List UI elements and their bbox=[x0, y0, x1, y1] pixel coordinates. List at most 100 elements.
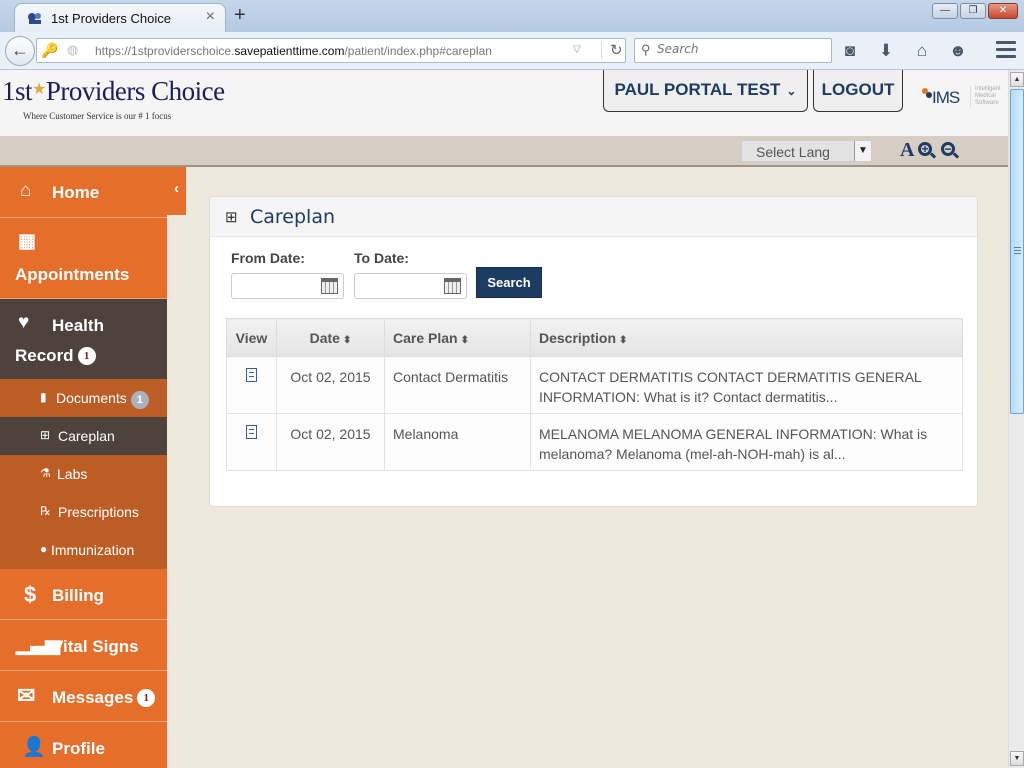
column-date[interactable]: Date ⬍ bbox=[276, 318, 385, 357]
key-icon[interactable]: 🔑 bbox=[41, 42, 58, 59]
row-description: CONTACT DERMATITIS CONTACT DERMATITIS GE… bbox=[530, 356, 963, 414]
new-tab-button[interactable]: + bbox=[234, 4, 246, 27]
hamburger-menu-icon[interactable] bbox=[996, 41, 1016, 59]
back-button[interactable]: ← bbox=[5, 36, 35, 66]
site-logo[interactable]: 1st★Providers Choice bbox=[2, 76, 225, 107]
table-row: Oct 02, 2015 Melanoma MELANOMA MELANOMA … bbox=[226, 413, 963, 471]
sidebar-item-billing[interactable]: $ Billing bbox=[0, 569, 167, 620]
logout-button[interactable]: LOGOUT bbox=[813, 70, 903, 112]
logo-tagline: Where Customer Service is our # 1 focus bbox=[23, 111, 172, 121]
globe-icon: ◍ bbox=[67, 42, 79, 57]
user-menu-button[interactable]: PAUL PORTAL TEST ⌄ bbox=[603, 70, 808, 112]
sidebar-item-health-record[interactable]: ♥ Health Record 1 bbox=[0, 299, 167, 379]
user-icon: 👤 bbox=[22, 737, 46, 758]
calendar-icon[interactable] bbox=[321, 278, 338, 294]
careplan-table: View Date ⬍ Care Plan ⬍ Description ⬍ Oct 0… bbox=[226, 318, 963, 471]
sidebar-item-messages[interactable]: ✉ Messages 1 bbox=[0, 671, 167, 722]
chat-icon[interactable]: ☻ bbox=[946, 39, 970, 63]
user-name: PAUL PORTAL TEST bbox=[614, 80, 781, 99]
close-window-button[interactable]: ✕ bbox=[988, 3, 1018, 19]
sidebar-item-vital-signs[interactable]: ▁▃▅ Vital Signs bbox=[0, 620, 167, 671]
row-description: MELANOMA MELANOMA GENERAL INFORMATION: W… bbox=[530, 413, 963, 471]
reload-icon[interactable]: ↻ bbox=[601, 41, 623, 59]
download-icon[interactable]: ⬇ bbox=[874, 39, 898, 63]
sort-icon[interactable]: ⬍ bbox=[461, 335, 469, 346]
site-header: 1st★Providers Choice Where Customer Serv… bbox=[0, 70, 1008, 136]
chevron-down-icon: ⌄ bbox=[786, 84, 797, 98]
sidebar-collapse-button[interactable]: ‹ bbox=[167, 167, 186, 215]
window-controls: — ❐ ✕ bbox=[932, 3, 1018, 19]
to-date-input[interactable] bbox=[358, 277, 438, 295]
tab-close-icon[interactable]: × bbox=[206, 8, 215, 26]
language-toolbar: Select Lang ▼ A + − bbox=[0, 136, 1008, 167]
sidebar-subitem-labs[interactable]: ⚗ Labs bbox=[0, 455, 167, 493]
row-care-plan: Contact Dermatitis bbox=[384, 356, 531, 414]
browser-search[interactable]: ⚲ bbox=[634, 38, 832, 63]
arrow-left-icon: ← bbox=[11, 40, 29, 60]
heartbeat-icon: ♥ bbox=[18, 312, 30, 333]
language-select[interactable]: Select Lang ▼ bbox=[741, 140, 872, 162]
browser-search-input[interactable] bbox=[657, 42, 827, 56]
scroll-down-icon[interactable]: ▼ bbox=[1010, 751, 1024, 766]
sidebar-item-home[interactable]: ⌂ Home bbox=[0, 167, 167, 218]
restore-button[interactable]: ❐ bbox=[960, 3, 986, 19]
to-date-label: To Date: bbox=[354, 250, 409, 266]
from-date-field[interactable] bbox=[231, 273, 344, 299]
browser-navbar: ← 🔑 ◍ https://1stproviderschoice.savepat… bbox=[0, 32, 1024, 70]
sort-icon[interactable]: ⬍ bbox=[619, 335, 627, 346]
sidebar-item-profile[interactable]: 👤 Profile bbox=[0, 722, 167, 768]
sidebar-subitem-prescriptions[interactable]: ℞ Prescriptions bbox=[0, 493, 167, 531]
zoom-in-icon[interactable]: + bbox=[917, 141, 937, 161]
dollar-icon: $ bbox=[24, 582, 37, 607]
pocket-icon[interactable]: ◙ bbox=[838, 39, 862, 63]
tab-title: 1st Providers Choice bbox=[51, 11, 171, 26]
home-icon: ⌂ bbox=[20, 180, 32, 201]
chevron-left-icon: ‹ bbox=[174, 180, 179, 197]
sidebar-subitem-documents[interactable]: ▮ Documents 1 bbox=[0, 379, 167, 417]
from-date-label: From Date: bbox=[231, 250, 305, 266]
url-dropdown-icon[interactable]: ▽ bbox=[573, 44, 581, 55]
search-button[interactable]: Search bbox=[476, 267, 542, 298]
sort-icon[interactable]: ⬍ bbox=[343, 335, 351, 346]
documents-badge: 1 bbox=[130, 391, 149, 409]
browser-titlebar: 1st Providers Choice × + — ❐ ✕ bbox=[0, 0, 1024, 33]
sidebar-subitem-immunization[interactable]: ● Immunization bbox=[0, 531, 167, 569]
url-bar[interactable]: 🔑 ◍ https://1stproviderschoice.savepatie… bbox=[36, 38, 626, 63]
minimize-button[interactable]: — bbox=[932, 3, 958, 19]
health-record-submenu: ▮ Documents 1 ⊞ Careplan ⚗ Labs ℞ Prescri… bbox=[0, 379, 167, 569]
table-header-row: View Date ⬍ Care Plan ⬍ Description ⬍ bbox=[226, 318, 963, 357]
file-icon: ▮ bbox=[40, 390, 47, 404]
scroll-up-icon[interactable]: ▲ bbox=[1010, 72, 1024, 87]
font-size-icon[interactable]: A bbox=[900, 139, 914, 162]
font-tools: A + − bbox=[900, 139, 960, 162]
from-date-input[interactable] bbox=[235, 277, 315, 295]
page-title: Careplan bbox=[250, 206, 336, 228]
row-date: Oct 02, 2015 bbox=[276, 413, 385, 471]
calendar-icon: ▦ bbox=[18, 231, 36, 252]
document-icon[interactable] bbox=[246, 425, 257, 439]
scrollbar-thumb[interactable] bbox=[1010, 89, 1024, 414]
column-care-plan[interactable]: Care Plan ⬍ bbox=[384, 318, 531, 357]
drop-icon: ● bbox=[40, 542, 48, 556]
row-date: Oct 02, 2015 bbox=[276, 356, 385, 414]
vertical-scrollbar[interactable]: ▲ ▼ bbox=[1008, 70, 1024, 768]
sidebar-subitem-careplan[interactable]: ⊞ Careplan bbox=[0, 417, 167, 455]
table-row: Oct 02, 2015 Contact Dermatitis CONTACT … bbox=[226, 356, 963, 414]
sidebar: ⌂ Home ▦ Appointments ♥ Health Record 1 ▮… bbox=[0, 167, 167, 768]
to-date-field[interactable] bbox=[354, 273, 467, 299]
search-icon: ⚲ bbox=[641, 42, 651, 57]
sidebar-item-appointments[interactable]: ▦ Appointments bbox=[0, 218, 167, 299]
url-text[interactable]: https://1stproviderschoice.savepatientti… bbox=[95, 44, 492, 58]
caret-down-icon[interactable]: ▼ bbox=[854, 141, 871, 161]
document-icon[interactable] bbox=[246, 368, 257, 382]
page: 1st★Providers Choice Where Customer Serv… bbox=[0, 70, 1008, 768]
browser-tab[interactable]: 1st Providers Choice × bbox=[14, 3, 226, 33]
home-icon[interactable]: ⌂ bbox=[910, 39, 934, 63]
careplan-panel: ⊞ Careplan From Date: To Date: Search Vi… bbox=[209, 196, 978, 507]
column-description[interactable]: Description ⬍ bbox=[530, 318, 963, 357]
zoom-out-icon[interactable]: − bbox=[940, 141, 960, 161]
calendar-icon[interactable] bbox=[444, 278, 461, 294]
row-care-plan: Melanoma bbox=[384, 413, 531, 471]
prescription-icon: ℞ bbox=[40, 504, 51, 518]
star-icon: ★ bbox=[32, 81, 46, 98]
